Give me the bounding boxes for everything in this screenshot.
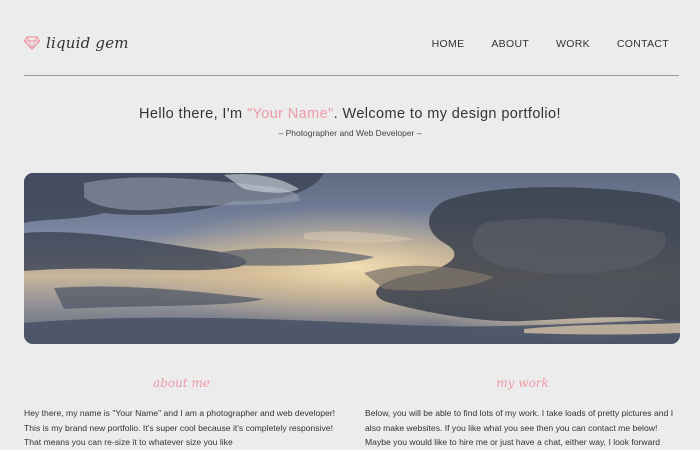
logo-text: liquid gem bbox=[46, 34, 129, 52]
about-title: about me bbox=[153, 376, 210, 390]
nav-contact[interactable]: CONTACT bbox=[617, 38, 669, 50]
nav-home[interactable]: HOME bbox=[432, 38, 465, 50]
nav-work[interactable]: WORK bbox=[556, 38, 590, 50]
title-suffix: . Welcome to my design portfolio! bbox=[333, 106, 561, 122]
logo[interactable]: liquid gem bbox=[24, 34, 129, 52]
work-body: Below, you will be able to find lots of … bbox=[365, 408, 674, 447]
about-body: Hey there, my name is "Your Name" and I … bbox=[24, 408, 336, 447]
work-title: my work bbox=[496, 376, 549, 390]
title-name: "Your Name" bbox=[246, 106, 334, 122]
work-section: my work Below, you will be able to find … bbox=[365, 376, 680, 450]
hero-image bbox=[24, 173, 680, 344]
nav-about[interactable]: ABOUT bbox=[491, 38, 529, 50]
title-prefix: Hello there, I'm bbox=[139, 106, 247, 122]
site-header: liquid gem HOME ABOUT WORK CONTACT bbox=[24, 0, 679, 76]
page-title: Hello there, I'm "Your Name". Welcome to… bbox=[0, 106, 700, 122]
sky-photo bbox=[24, 173, 680, 344]
about-section: about me Hey there, my name is "Your Nam… bbox=[24, 376, 339, 450]
intro: Hello there, I'm "Your Name". Welcome to… bbox=[0, 106, 700, 138]
tagline: – Photographer and Web Developer – bbox=[278, 128, 422, 138]
main-nav: HOME ABOUT WORK CONTACT bbox=[432, 38, 669, 50]
gem-icon bbox=[24, 36, 40, 50]
